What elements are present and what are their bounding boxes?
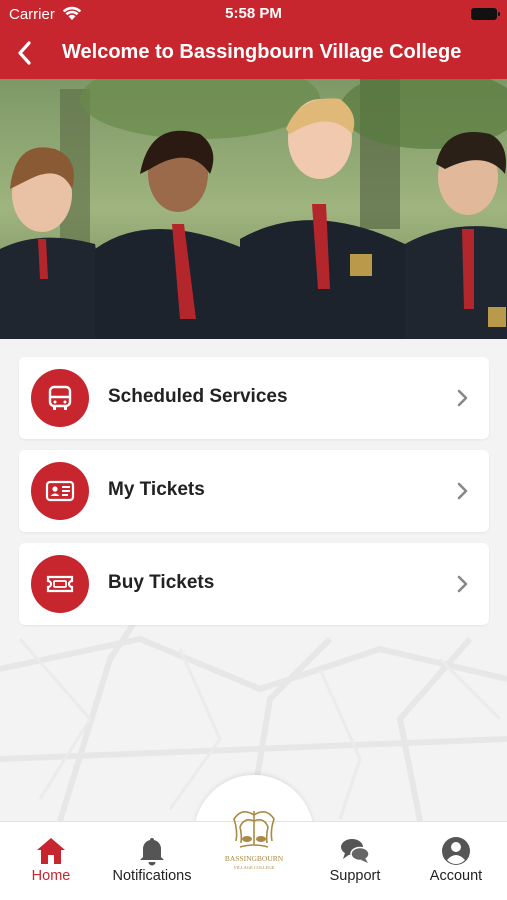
back-chevron-icon[interactable] [12,38,38,68]
menu-icon-circle [31,555,89,613]
tab-notifications[interactable]: Notifications [102,822,202,900]
id-card-icon [45,480,75,502]
tab-label: Support [329,868,381,884]
status-time: 5:58 PM [225,5,282,22]
status-bar: Carrier 5:58 PM [0,0,507,28]
tab-label: Account [429,868,483,884]
tab-account[interactable]: Account [406,822,506,900]
bell-icon [140,838,164,866]
school-crest-logo[interactable]: BASSINGBOURN VILLAGE COLLEGE [214,797,294,877]
chat-icon [341,839,370,863]
tab-home[interactable]: Home [1,822,101,900]
ticket-icon [46,575,74,593]
chevron-right-icon [457,389,468,407]
menu-item-label: My Tickets [108,479,205,500]
menu-item-scheduled-services[interactable]: Scheduled Services [19,357,489,439]
menu-item-buy-tickets[interactable]: Buy Tickets [19,543,489,625]
home-icon [37,838,65,864]
tab-label: Home [31,868,71,884]
hero-image [0,79,507,339]
page-title: Welcome to Bassingbourn Village College [62,41,462,63]
header: Carrier 5:58 PM Welcome to Bassingbourn … [0,0,507,79]
menu-item-label: Buy Tickets [108,572,215,593]
battery-icon [471,8,500,20]
chevron-right-icon [457,482,468,500]
bus-icon [48,385,72,410]
menu-item-label: Scheduled Services [108,386,288,407]
chevron-right-icon [457,575,468,593]
students-photo [0,79,507,339]
logo-subtext: VILLAGE COLLEGE [233,865,274,870]
tab-support[interactable]: Support [305,822,405,900]
menu-icon-circle [31,369,89,427]
menu-item-my-tickets[interactable]: My Tickets [19,450,489,532]
logo-text: BASSINGBOURN [225,854,284,863]
account-icon [442,837,470,865]
main-content: Scheduled Services My Tickets Buy Ticket… [0,339,507,821]
nav-bar: Welcome to Bassingbourn Village College [0,28,507,79]
menu-icon-circle [31,462,89,520]
tab-label: Notifications [112,868,192,884]
